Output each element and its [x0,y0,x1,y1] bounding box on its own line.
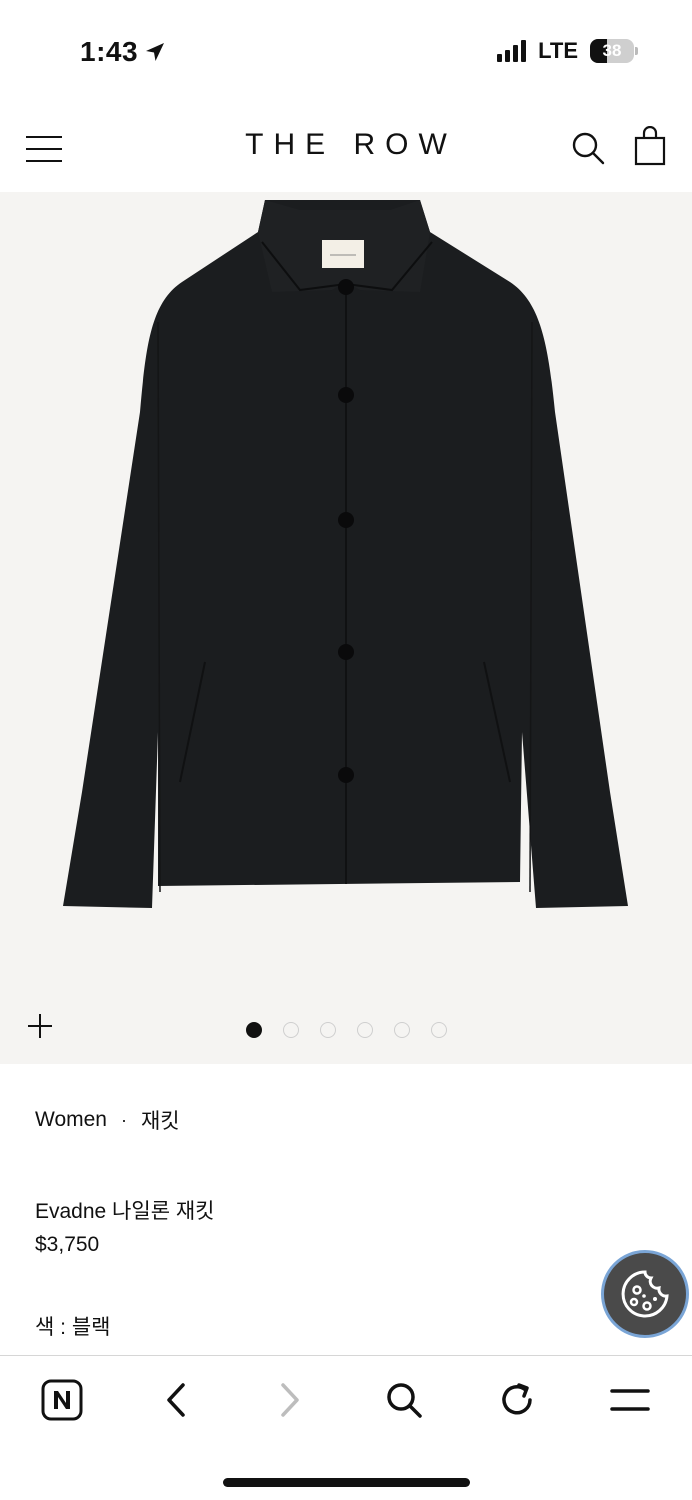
location-arrow-icon [146,43,165,61]
plus-icon [28,1014,52,1038]
shopping-bag-icon [634,125,666,166]
search-icon [572,132,605,165]
browser-reload-button[interactable] [495,1378,539,1422]
browser-home-button[interactable] [40,1378,84,1422]
product-name: Evadne 나일론 재킷 [35,1200,215,1223]
status-bar: 1:43 LTE 38 [0,0,692,100]
status-indicators: LTE 38 [497,38,638,64]
status-time: 1:43 [80,36,166,68]
gallery-dot-6[interactable] [431,1022,447,1038]
breadcrumb: Women · 재킷 [35,1105,180,1135]
gallery-dot-1[interactable] [246,1022,262,1038]
browser-back-button[interactable] [154,1378,198,1422]
home-indicator[interactable] [223,1478,470,1487]
gallery-dot-5[interactable] [394,1022,410,1038]
browser-search-button[interactable] [382,1378,426,1422]
breadcrumb-separator: · [120,1109,127,1130]
breadcrumb-jackets[interactable]: 재킷 [141,1105,180,1135]
gallery-pagination [246,1022,447,1038]
browser-forward-button[interactable] [268,1378,312,1422]
cellular-signal-icon [497,40,527,62]
battery-level: 38 [602,41,622,60]
gallery-dot-4[interactable] [357,1022,373,1038]
site-header: THE ROW [0,100,692,192]
browser-menu-button[interactable] [608,1378,652,1422]
gallery-dot-2[interactable] [283,1022,299,1038]
reload-icon [502,1383,532,1415]
search-button[interactable] [570,130,606,166]
search-icon [387,1383,422,1418]
zoom-button[interactable] [26,1012,54,1040]
chevron-left-icon [167,1383,185,1417]
product-color: 색 : 블랙 [35,1316,111,1339]
cookie-settings-button[interactable] [601,1250,689,1338]
cookie-icon [621,1270,669,1318]
status-time-text: 1:43 [80,36,139,67]
naver-n-icon [41,1379,83,1421]
chevron-right-icon [281,1383,299,1417]
menu-icon [610,1389,650,1411]
product-image-gallery[interactable] [0,192,692,1064]
battery-icon: 38 [590,39,638,63]
product-photo-jacket [63,200,628,908]
shopping-bag-button[interactable] [634,125,666,166]
browser-toolbar [0,1355,692,1500]
product-price: $3,750 [35,1233,100,1256]
breadcrumb-women[interactable]: Women [35,1108,107,1132]
gallery-dot-3[interactable] [320,1022,336,1038]
network-type: LTE [538,38,578,63]
